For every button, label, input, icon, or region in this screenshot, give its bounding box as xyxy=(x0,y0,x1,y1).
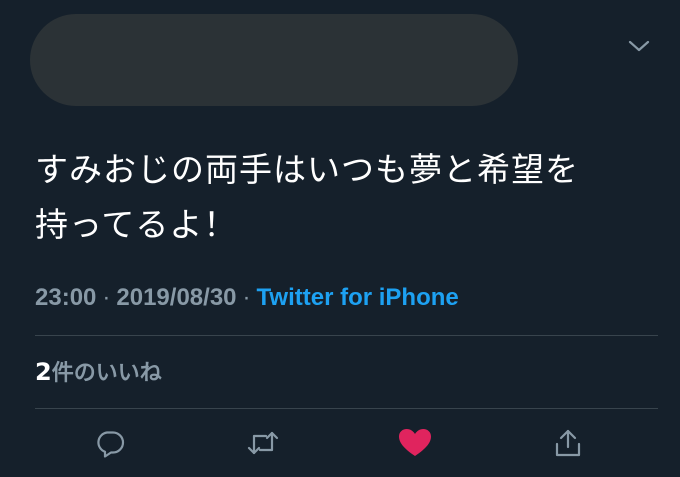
likes-label: 件のいいね xyxy=(51,361,162,386)
tweet-meta: 23:00 · 2019/08/30 · Twitter for iPhone xyxy=(35,280,459,316)
meta-separator: · xyxy=(242,284,251,311)
tweet-source-link[interactable]: Twitter for iPhone xyxy=(257,284,459,311)
tweet-time[interactable]: 23:00 xyxy=(35,284,96,311)
tweet-date[interactable]: 2019/08/30 xyxy=(116,284,236,311)
reply-icon xyxy=(94,427,126,459)
share-button[interactable] xyxy=(550,425,586,461)
chevron-down-icon[interactable] xyxy=(628,38,650,54)
share-icon xyxy=(552,427,584,459)
retweet-icon xyxy=(246,427,280,459)
divider xyxy=(35,335,658,336)
heart-icon xyxy=(398,427,432,459)
reply-button[interactable] xyxy=(92,425,128,461)
redacted-author-block xyxy=(30,14,518,106)
tweet-text-line-2: 持ってるよ！ xyxy=(35,205,238,244)
like-button[interactable] xyxy=(397,425,433,461)
likes-count: 2 xyxy=(35,358,52,386)
retweet-button[interactable] xyxy=(245,425,281,461)
meta-separator: · xyxy=(102,284,111,311)
tweet-header xyxy=(0,0,680,120)
tweet-body: すみおじの両手はいつも夢と希望を 持ってるよ！ xyxy=(35,142,655,252)
likes-stat[interactable]: 2件のいいね xyxy=(35,354,162,390)
tweet-text-line-1: すみおじの両手はいつも夢と希望を xyxy=(35,150,579,189)
divider xyxy=(35,408,658,409)
